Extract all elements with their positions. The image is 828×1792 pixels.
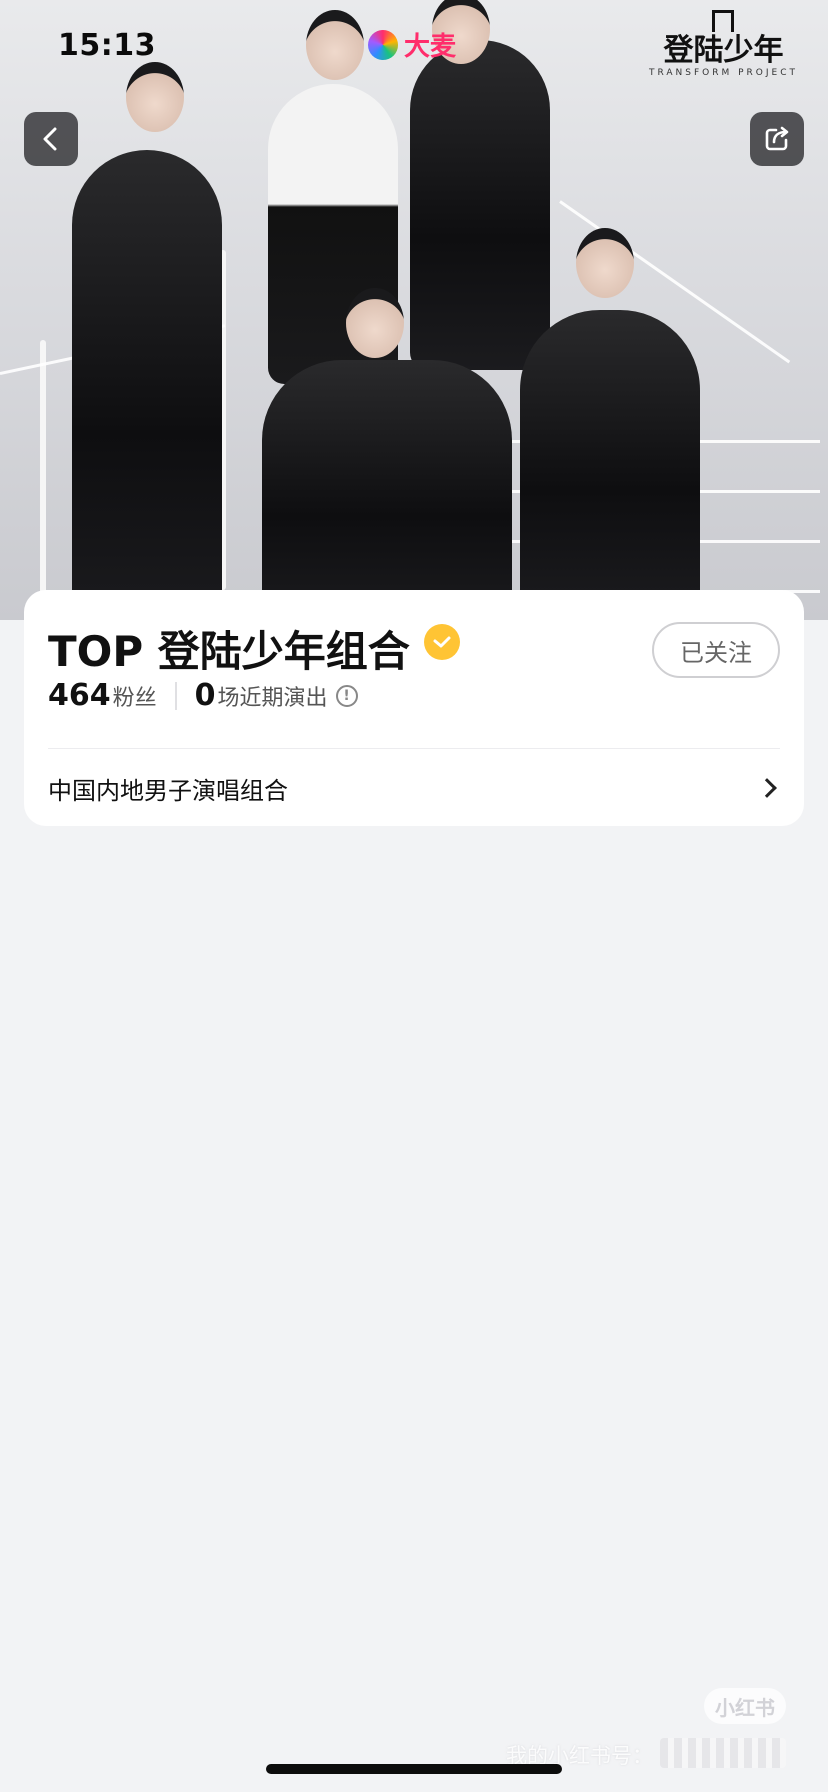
damai-brand: 大麦: [368, 26, 456, 63]
group-member-figure: [520, 310, 700, 610]
group-member-figure: [262, 360, 512, 620]
group-member-head: [126, 62, 184, 132]
artist-cover-image: 15:13 大麦 登陆少年 TRANSFORM PROJECT: [0, 0, 828, 620]
share-icon: [765, 126, 789, 151]
brand-label: 大麦: [404, 32, 457, 62]
back-button[interactable]: [24, 112, 78, 166]
info-icon[interactable]: !: [335, 684, 358, 707]
group-member-figure: [72, 150, 222, 620]
status-time: 15:13: [58, 28, 156, 63]
fans-count: 464: [48, 678, 111, 713]
watermark-id-redacted: [660, 1738, 786, 1768]
artist-name: TOP 登陆少年组合: [48, 627, 410, 676]
fans-label: 粉丝: [112, 686, 157, 711]
transform-project-logo: 登陆少年 TRANSFORM PROJECT: [649, 10, 798, 78]
shows-count: 0: [194, 678, 216, 713]
project-logo-sub: TRANSFORM PROJECT: [648, 68, 798, 78]
verified-badge-icon: [424, 624, 460, 660]
chevron-left-icon: [43, 127, 57, 151]
artist-info-card: TOP 登陆少年组合 已关注 464 粉丝 0 场近期演出 ! 中国内地男子演唱…: [24, 590, 804, 826]
home-indicator[interactable]: [266, 1764, 562, 1774]
group-member-figure: [410, 40, 550, 370]
project-mark-icon: [712, 10, 735, 32]
artist-category-row[interactable]: 中国内地男子演唱组合: [48, 758, 780, 818]
artist-category: 中国内地男子演唱组合: [48, 776, 288, 805]
xiaohongshu-watermark-logo: 小红书: [704, 1688, 786, 1724]
damai-logo-icon: [368, 29, 398, 60]
card-divider: [48, 748, 780, 749]
chevron-right-icon: [757, 778, 777, 798]
project-logo-title: 登陆少年: [663, 33, 784, 68]
group-member-head: [346, 288, 404, 358]
stats-divider: [174, 681, 177, 710]
stair-rail: [40, 340, 46, 600]
checkmark-icon: [433, 636, 451, 648]
shows-label: 场近期演出: [217, 686, 328, 711]
group-member-head: [306, 10, 364, 80]
follow-button[interactable]: 已关注: [652, 622, 780, 678]
artist-stats: 464 粉丝 0 场近期演出 !: [48, 678, 358, 713]
group-member-head: [576, 228, 634, 298]
share-button[interactable]: [750, 112, 804, 166]
